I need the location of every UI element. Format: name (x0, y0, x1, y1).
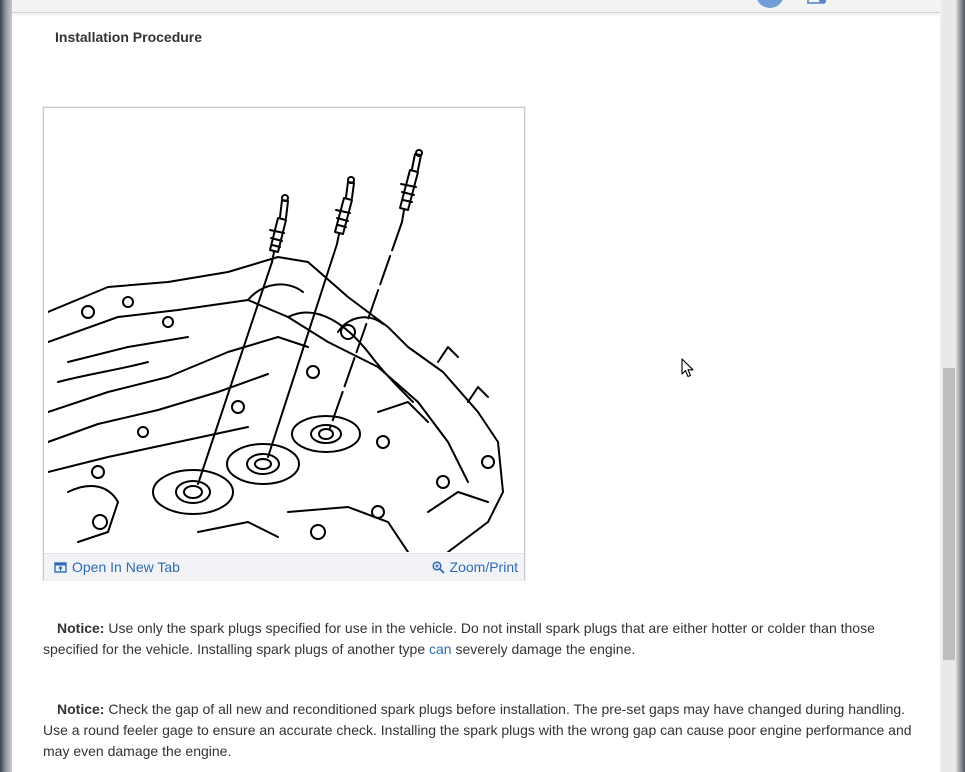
figure-footer: Open In New Tab Zoom/Print (44, 553, 524, 580)
zoom-print-link[interactable]: Zoom/Print (431, 559, 518, 575)
section-title: Installation Procedure (55, 29, 203, 45)
desktop-edge-right (956, 0, 965, 772)
notice-spark-plug-type: Notice: Use only the spark plugs specifi… (43, 618, 923, 660)
mouse-pointer-icon (681, 358, 694, 378)
open-new-tab-icon (54, 561, 67, 573)
notice-spark-plug-gap: Notice: Check the gap of all new and rec… (43, 699, 923, 762)
scrollbar-thumb[interactable] (943, 368, 955, 660)
spark-plug-installation-illustration (48, 149, 504, 552)
notice-label: Notice: (57, 620, 105, 636)
message-icon[interactable] (807, 0, 827, 6)
magnifier-icon (431, 560, 445, 574)
desktop-edge-left (0, 0, 12, 772)
zoom-print-label: Zoom/Print (449, 559, 518, 575)
top-toolbar (12, 0, 940, 13)
notice-text-after: severely damage the engine. (451, 641, 636, 657)
notice-label: Notice: (57, 701, 105, 717)
figure-panel: Open In New Tab Zoom/Print (43, 107, 525, 580)
open-in-new-tab-label: Open In New Tab (72, 559, 180, 575)
notice-inline-link[interactable]: can (429, 641, 452, 657)
open-in-new-tab-link[interactable]: Open In New Tab (54, 559, 180, 575)
user-avatar-button[interactable] (756, 0, 784, 8)
notice-text: Check the gap of all new and recondition… (43, 701, 912, 759)
